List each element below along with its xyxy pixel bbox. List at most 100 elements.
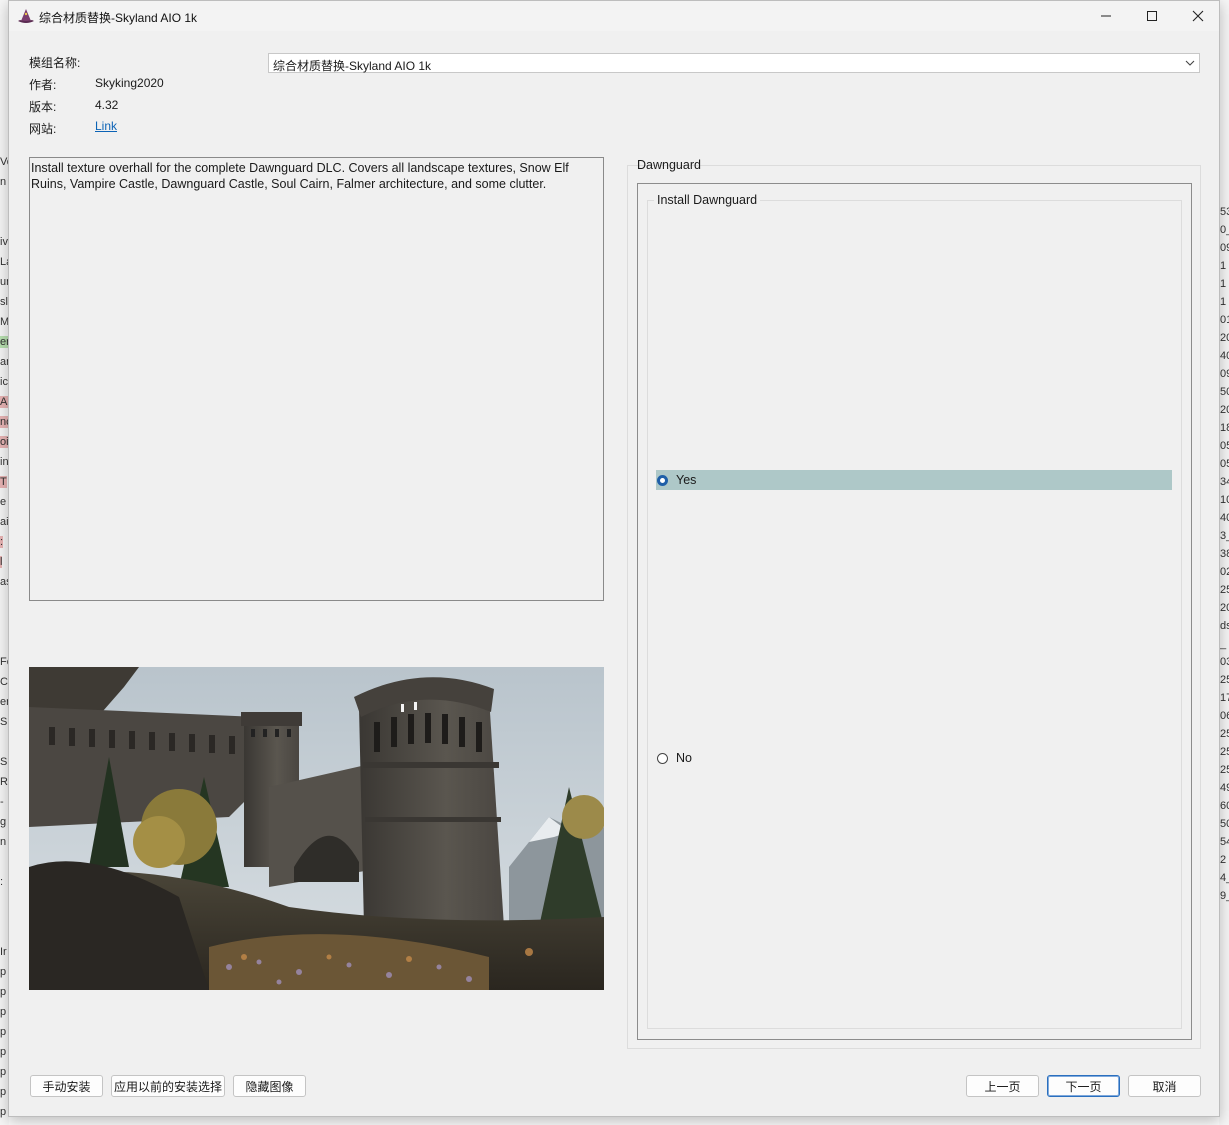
background-app-text: 20 [1220,602,1229,614]
cancel-button[interactable]: 取消 [1128,1075,1201,1097]
background-app-text: e [0,496,7,508]
dawnguard-group-title: Dawnguard [637,158,701,172]
background-app-text: p [0,1106,7,1118]
option-no[interactable]: No [656,748,1172,768]
website-link[interactable]: Link [95,119,117,133]
background-app-text: Ir [0,946,7,958]
background-app-text: 60 [1220,800,1229,812]
background-app-text: p [0,1026,7,1038]
close-button[interactable] [1175,1,1221,31]
apply-previous-button[interactable]: 应用以前的安装选择 [111,1075,225,1097]
background-app-text: 17 [1220,692,1229,704]
background-app-text: 34 [1220,476,1229,488]
background-app-text: 38 [1220,548,1229,560]
background-app-text: 1 [1220,278,1227,290]
background-app-text: 40 [1220,512,1229,524]
background-app-text: 49 [1220,782,1229,794]
background-app-text: 10 [1220,494,1229,506]
radio-selected-icon[interactable] [657,474,668,486]
description-text: Install texture overhall for the complet… [31,161,569,191]
background-app-text: 25 [1220,728,1229,740]
background-app-text: R [0,776,8,788]
background-app-text: - [0,796,4,808]
background-app-text: ic [0,376,8,388]
background-app-text: 25 [1220,764,1229,776]
background-app-text: : [0,536,4,548]
window-title: 综合材质替换-Skyland AIO 1k [39,11,198,25]
preview-image [29,667,604,990]
option-yes[interactable]: Yes [656,470,1172,490]
wizard-hat-icon [18,9,34,23]
version-label: 版本: [29,100,57,114]
option-no-label: No [676,751,692,765]
maximize-icon [1147,11,1157,21]
background-app-text: ds [1220,620,1229,632]
author-label: 作者: [29,78,57,92]
background-app-text: n [0,836,7,848]
background-app-text: 1 [1220,296,1227,308]
website-label: 网站: [29,122,57,136]
background-app-text: p [0,966,7,978]
background-app-text: 50 [1220,386,1229,398]
background-app-text: 53 [1220,206,1229,218]
install-dawnguard-fieldset [647,200,1182,1029]
background-app-text: n [0,176,7,188]
background-app-text: p [0,1006,7,1018]
manual-install-button[interactable]: 手动安装 [30,1075,103,1097]
background-app-text: 0_ [1220,224,1229,236]
background-app-text: 20 [1220,404,1229,416]
option-yes-label: Yes [676,473,697,487]
background-app-text: 03 [1220,656,1229,668]
background-app-right-strip: 53 0_ 09 1 1 1 01 20 40 09 50 20 18 05 05 34 10 40 3_ 38 02 2… [1219,0,1229,1125]
background-app-text: _ [1220,638,1227,650]
background-app-text: 54 [1220,836,1229,848]
background-app-text: 09 [1220,242,1229,254]
background-app-text: 4_ [1220,872,1229,884]
minimize-button[interactable] [1083,1,1129,31]
background-app-text: 09 [1220,368,1229,380]
background-app-text: 02 [1220,566,1229,578]
mod-name-label: 模组名称: [29,56,81,70]
background-app-text: 25 [1220,674,1229,686]
background-app-text: p [0,1046,7,1058]
hide-image-button[interactable]: 隐藏图像 [233,1075,306,1097]
radio-unselected-icon[interactable] [657,752,668,764]
background-app-text: 40 [1220,350,1229,362]
background-app-text: 1 [1220,260,1227,272]
next-page-button[interactable]: 下一页 [1047,1075,1120,1097]
background-app-text: l [0,556,3,568]
background-app-text: sl [0,296,8,308]
background-app-text: 18 [1220,422,1229,434]
chevron-down-icon [1185,60,1195,66]
background-app-text: S [0,756,8,768]
background-app-text: T [0,476,7,488]
background-app-text: 25 [1220,584,1229,596]
background-app-text: 50 [1220,818,1229,830]
close-icon [1192,10,1204,22]
background-app-text: 05 [1220,458,1229,470]
background-app-text: p [0,1066,7,1078]
background-app-text: 25 [1220,746,1229,758]
installer-window: 综合材质替换-Skyland AIO 1k 模组名称: 作者: Skyking2… [8,0,1220,1117]
maximize-button[interactable] [1129,1,1175,31]
background-app-text: 3_ [1220,530,1229,542]
background-app-text: 20 [1220,332,1229,344]
background-app-text: iv [0,236,8,248]
background-app-text: C [0,676,8,688]
background-app-text: 9_ [1220,890,1229,902]
install-dawnguard-title: Install Dawnguard [654,193,761,207]
title-bar: 综合材质替换-Skyland AIO 1k [9,1,1219,31]
background-app-text: g [0,816,7,828]
description-box[interactable]: Install texture overhall for the complet… [29,157,604,601]
minimize-icon [1101,15,1111,17]
background-app-text: 01 [1220,314,1229,326]
prev-page-button[interactable]: 上一页 [966,1075,1039,1097]
background-app-text: : [0,876,4,888]
background-app-text: 05 [1220,440,1229,452]
background-app-text: p [0,1086,7,1098]
background-app-text: 06 [1220,710,1229,722]
mod-name-dropdown[interactable]: 综合材质替换-Skyland AIO 1k [268,53,1200,73]
background-app-text: 2 [1220,854,1227,866]
author-value: Skyking2020 [95,76,164,90]
mod-name-dropdown-value: 综合材质替换-Skyland AIO 1k [273,59,432,73]
